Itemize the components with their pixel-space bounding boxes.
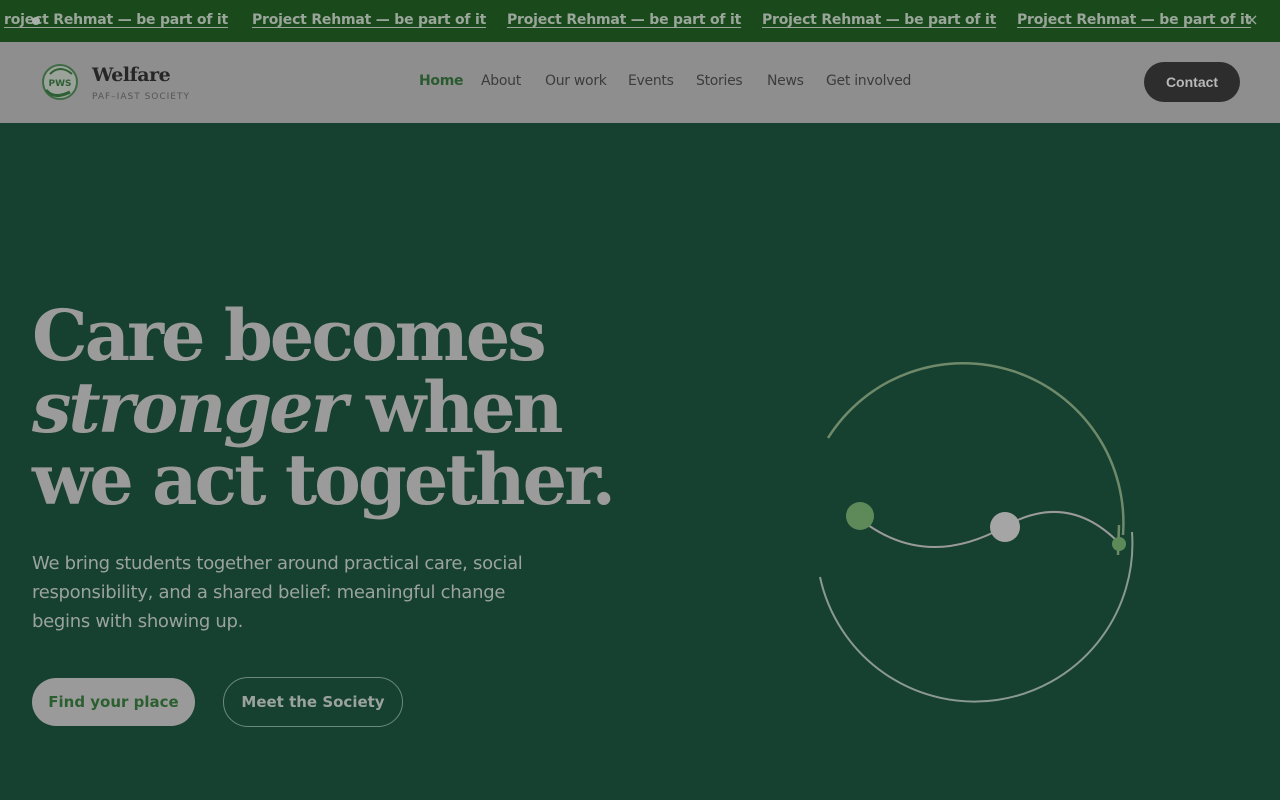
upper-arc (826, 361, 1125, 536)
hero-description: We bring students together around practi… (32, 553, 523, 632)
find-your-place-button[interactable]: Find your place (32, 678, 195, 726)
ticker-link[interactable]: Project Rehmat — be part of it (762, 12, 996, 28)
meet-the-society-button[interactable]: Meet the Society (223, 677, 403, 727)
small-node-icon (1112, 537, 1126, 551)
ticker-link[interactable]: Project Rehmat — be part of it (1017, 12, 1251, 28)
ticker-link[interactable]: Project Rehmat — be part of it (507, 12, 741, 28)
hero-title-line-1: Care becomes (32, 294, 547, 377)
hero-title-line-2-rest: when (344, 366, 564, 449)
logo-text: PWS (48, 79, 71, 89)
brand-name: Welfare (92, 64, 171, 86)
nav-about[interactable]: About (481, 73, 521, 89)
nav-events[interactable]: Events (628, 73, 674, 89)
ticker-bullet (32, 17, 40, 25)
nav-stories[interactable]: Stories (696, 73, 743, 89)
nav-our-work[interactable]: Our work (545, 73, 607, 89)
close-icon[interactable]: × (1242, 10, 1262, 30)
hero-title-line-3: we act together. (32, 438, 616, 521)
nav-get-involved[interactable]: Get involved (826, 73, 911, 89)
lower-arc (819, 531, 1134, 703)
hero-title: Care becomes stronger when we act togeth… (32, 294, 616, 521)
hero-title-line-2: stronger when (32, 372, 613, 444)
green-node-icon (846, 502, 874, 530)
grey-node-icon (990, 512, 1020, 542)
nav-news[interactable]: News (767, 73, 804, 89)
ticker-link[interactable]: Project Rehmat — be part of it (252, 12, 486, 28)
logo-icon: PWS (42, 64, 78, 100)
announcement-ticker: roject Rehmat — be part of it Project Re… (0, 0, 1280, 42)
brand-subtitle: PAF–IAST SOCIETY (92, 92, 190, 102)
nav-home[interactable]: Home (419, 73, 464, 89)
hero-illustration (819, 361, 1134, 703)
contact-button[interactable]: Contact (1144, 62, 1240, 102)
site-header: PWS Welfare PAF–IAST SOCIETY Home About … (0, 42, 1280, 123)
hero-title-emphasis: stronger (32, 366, 348, 449)
